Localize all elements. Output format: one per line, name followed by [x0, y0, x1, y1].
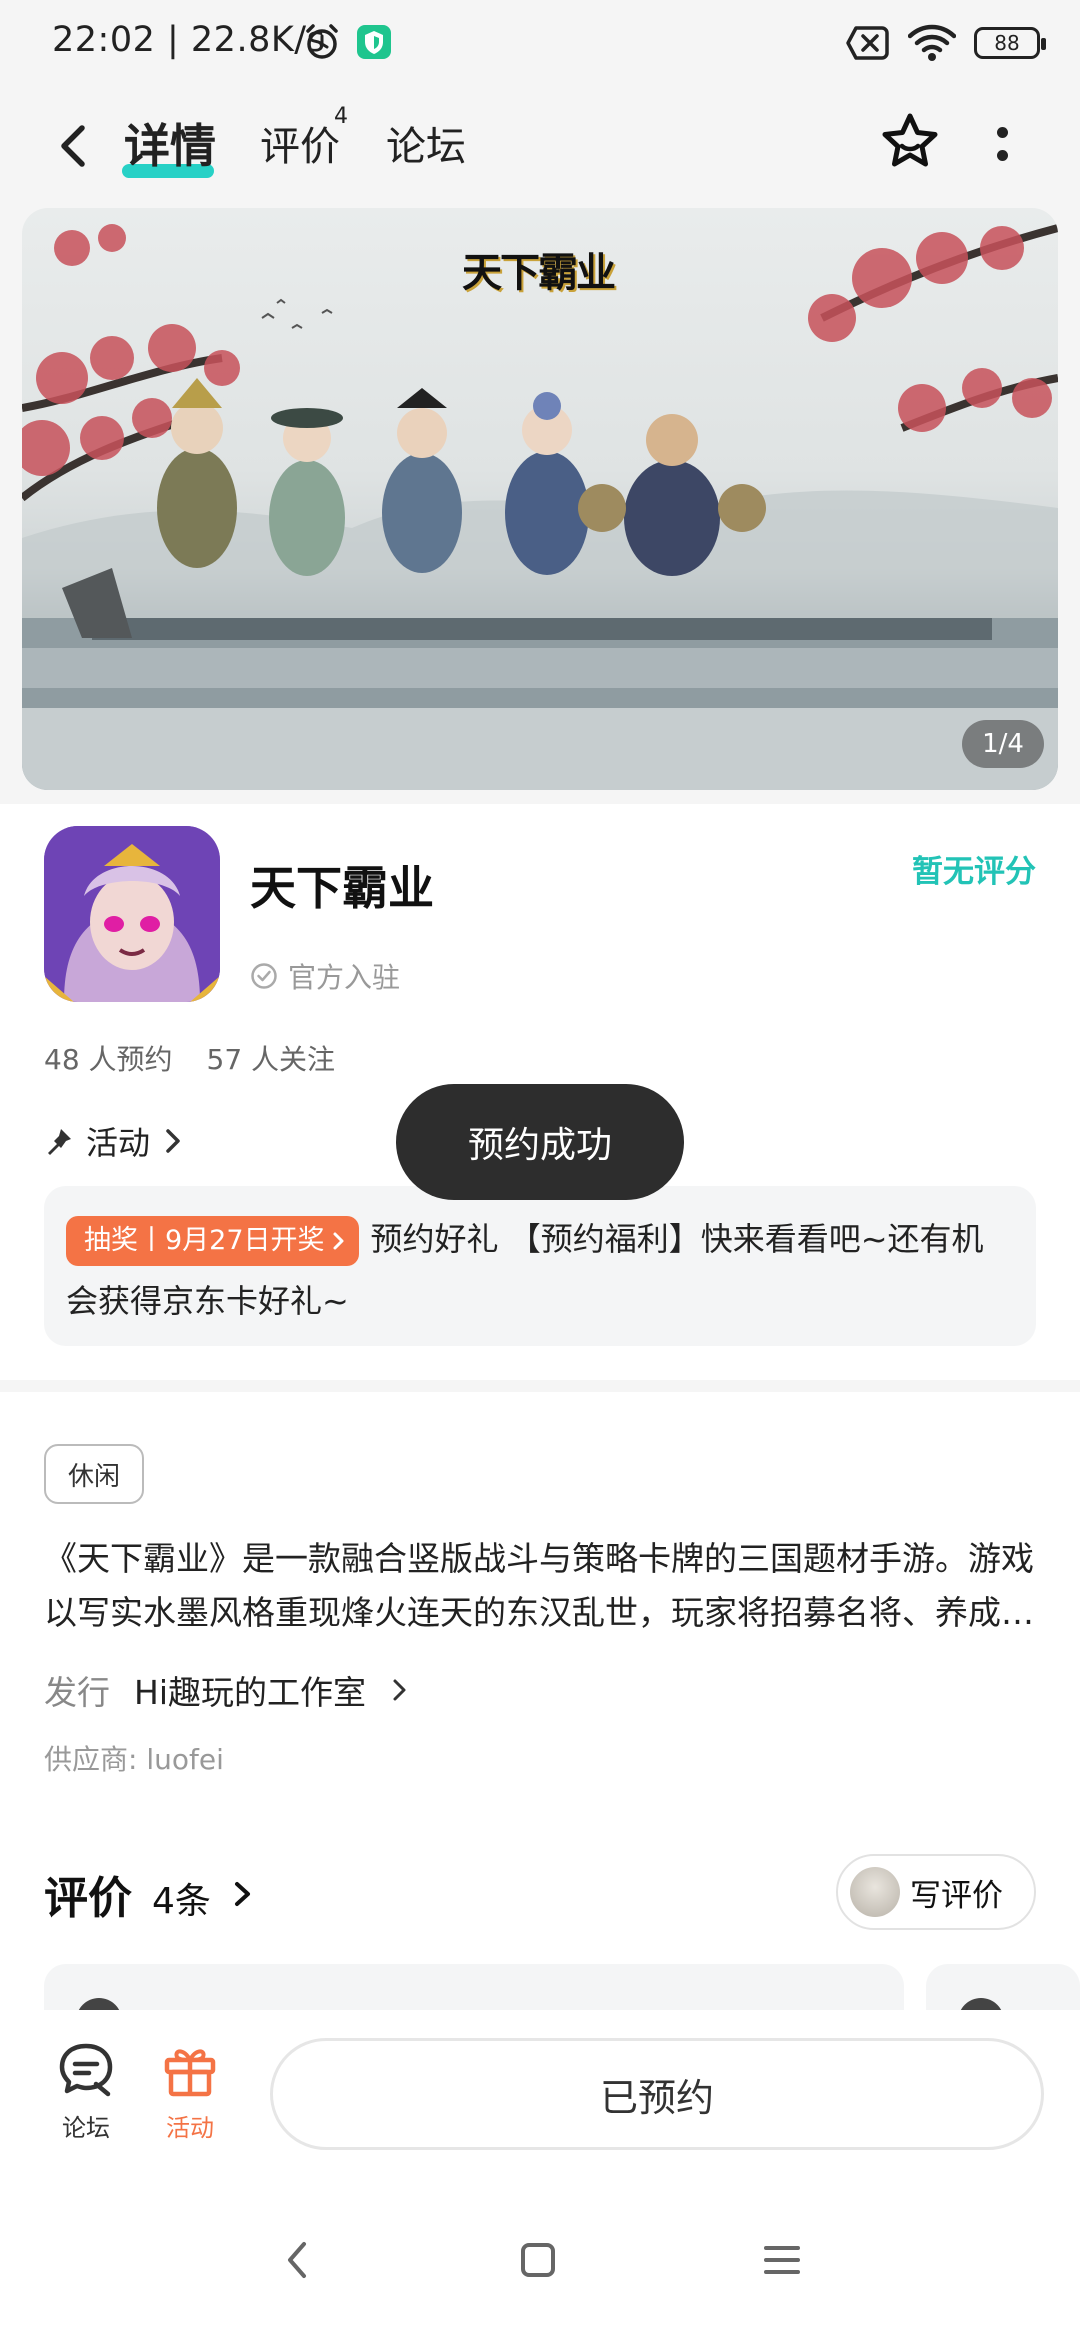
bottom-tab-forum[interactable]: 论坛	[46, 2040, 126, 2143]
chevron-right-icon	[234, 1882, 250, 1906]
forum-chat-icon	[59, 2043, 113, 2097]
chevron-right-icon	[393, 1679, 406, 1701]
supplier-text: 供应商: luofei	[44, 1743, 224, 1776]
tab-forum[interactable]: 论坛	[386, 114, 466, 172]
system-back-icon[interactable]	[268, 2230, 328, 2290]
gift-icon	[164, 2049, 216, 2097]
system-home-icon[interactable]	[508, 2230, 568, 2290]
tab-detail[interactable]: 详情	[124, 110, 216, 176]
reviews-header[interactable]: 评价 4条	[44, 1862, 255, 1926]
tab-review-badge: 4	[334, 104, 348, 129]
alarm-icon	[306, 24, 338, 59]
game-description[interactable]: 《天下霸业》是一款融合竖版战斗与策略卡牌的三国题材手游。游戏 以写实水墨风格重现…	[44, 1532, 1036, 1640]
user-avatar	[850, 1867, 900, 1917]
status-time: 22:02 | 22.8K/s	[52, 20, 326, 60]
battery-indicator: 88	[974, 27, 1046, 59]
top-nav: 详情 评价 4 论坛	[0, 86, 1080, 204]
lottery-tag-label: 抽奖丨9月27日开奖	[84, 1225, 325, 1256]
status-bar: 22:02 | 22.8K/s 88	[0, 0, 1080, 86]
favorite-star-icon[interactable]	[878, 110, 942, 174]
app-icon	[44, 826, 220, 1002]
publisher-label: 发行	[44, 1673, 110, 1712]
shield-icon	[357, 25, 391, 59]
no-sim-icon	[846, 26, 889, 60]
app-stats: 48 人预约 57 人关注	[44, 1038, 335, 1078]
follower-count: 57 人关注	[206, 1043, 336, 1076]
system-menu-icon[interactable]	[752, 2230, 812, 2290]
game-banner-carousel[interactable]: 天下霸业 1/4	[22, 208, 1058, 790]
wifi-icon	[908, 24, 956, 61]
section-divider	[0, 1380, 1080, 1392]
write-review-button[interactable]: 写评价	[836, 1854, 1036, 1930]
banner-page-counter: 1/4	[962, 720, 1044, 768]
verified-check-icon	[251, 963, 277, 989]
official-label: 官方入驻	[288, 961, 401, 994]
description-line-1: 《天下霸业》是一款融合竖版战斗与策略卡牌的三国题材手游。游戏	[44, 1539, 1034, 1578]
reviews-count: 4条	[152, 1881, 211, 1922]
reservation-count: 48 人预约	[44, 1043, 173, 1076]
rating-text: 暂无评分	[912, 854, 1036, 890]
bottom-tab-forum-label: 论坛	[62, 2114, 110, 2142]
tab-review[interactable]: 评价	[260, 114, 340, 172]
activity-card[interactable]: 抽奖丨9月27日开奖 预约好礼 【预约福利】快来看看吧~还有机会获得京东卡好礼~	[44, 1186, 1036, 1346]
activity-section-header[interactable]: 活动	[44, 1118, 184, 1164]
publisher-name: Hi趣玩的工作室	[134, 1673, 366, 1712]
bottom-tab-activity[interactable]: 活动	[150, 2040, 230, 2143]
banner-logo-text: 天下霸业	[462, 249, 616, 296]
back-arrow-icon[interactable]	[48, 116, 98, 176]
publisher-row[interactable]: 发行 Hi趣玩的工作室	[44, 1666, 410, 1714]
more-options-icon[interactable]	[984, 116, 1020, 172]
genre-tag[interactable]: 休闲	[44, 1444, 144, 1504]
status-right-icons: 88	[846, 22, 1046, 64]
reserved-button[interactable]: 已预约	[270, 2038, 1044, 2150]
activity-section-label: 活动	[86, 1124, 151, 1162]
toast-message: 预约成功	[396, 1084, 684, 1200]
write-review-label: 写评价	[910, 1877, 1003, 1914]
battery-level: 88	[994, 31, 1020, 55]
bottom-tab-activity-label: 活动	[166, 2114, 214, 2142]
chevron-right-icon	[166, 1129, 180, 1153]
bottom-action-bar: 论坛 活动 已预约	[0, 2010, 1080, 2190]
tag-chevron-right-icon	[333, 1232, 344, 1250]
app-icon-art	[44, 826, 220, 1002]
official-badge: 官方入驻	[250, 956, 400, 996]
lottery-tag[interactable]: 抽奖丨9月27日开奖	[66, 1216, 359, 1266]
description-line-2: 以写实水墨风格重现烽火连天的东汉乱世，玩家将招募名将、养成…	[44, 1593, 1034, 1632]
reviews-title: 评价	[44, 1873, 132, 1924]
banner-area: 天下霸业 1/4	[0, 204, 1080, 804]
app-name: 天下霸业	[250, 861, 434, 915]
system-navigation-bar	[0, 2190, 1080, 2340]
pin-icon	[48, 1129, 71, 1155]
